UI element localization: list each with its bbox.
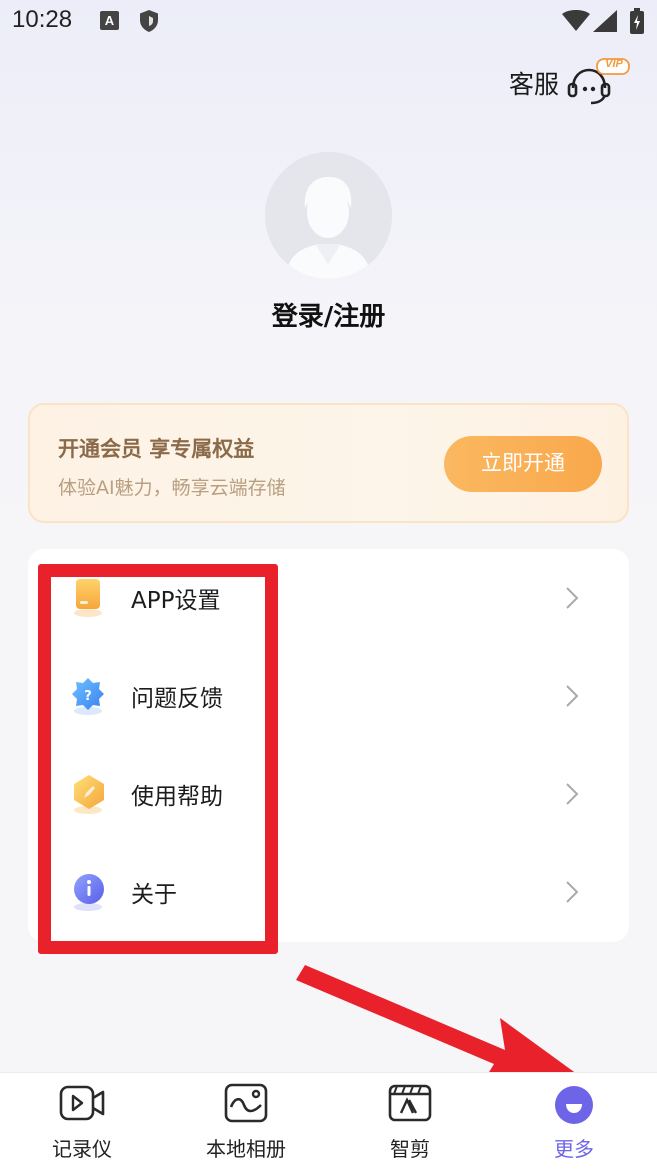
nav-label: 更多 — [554, 1137, 594, 1161]
chevron-right-icon — [566, 881, 579, 903]
recorder-icon — [59, 1085, 105, 1121]
login-register-link[interactable]: 登录/注册 — [0, 296, 657, 333]
album-icon — [224, 1083, 268, 1123]
nav-item-more[interactable]: 更多 — [492, 1073, 656, 1169]
vip-title: 开通会员 享专属权益 — [58, 437, 255, 461]
more-icon — [555, 1086, 593, 1124]
battery-icon — [630, 8, 644, 34]
wifi-icon — [562, 10, 590, 31]
chevron-right-icon — [566, 783, 579, 805]
default-user-icon — [265, 152, 392, 279]
nav-label: 智剪 — [390, 1137, 430, 1161]
smart-cut-icon — [388, 1084, 432, 1122]
vip-badge: VIP — [605, 58, 623, 70]
avatar[interactable] — [265, 152, 392, 279]
shield-icon — [140, 10, 158, 32]
chevron-right-icon — [566, 587, 579, 609]
nav-item-smart-cut[interactable]: 智剪 — [328, 1073, 492, 1169]
status-bar: 10:28 A — [0, 0, 657, 44]
bottom-nav: 记录仪 本地相册 智剪 更多 — [0, 1072, 657, 1169]
headset-icon: VIP — [567, 58, 631, 108]
customer-service-label: 客服 — [508, 70, 559, 99]
customer-service-button[interactable]: 客服 VIP — [509, 58, 631, 108]
open-vip-button[interactable]: 立即开通 — [444, 436, 602, 492]
nav-item-recorder[interactable]: 记录仪 — [0, 1073, 164, 1169]
annotation-highlight-box — [38, 564, 278, 954]
nav-label: 本地相册 — [206, 1137, 286, 1161]
chevron-right-icon — [566, 685, 579, 707]
signal-icon — [593, 10, 617, 32]
status-time: 10:28 — [12, 6, 73, 33]
nav-item-album[interactable]: 本地相册 — [164, 1073, 328, 1169]
accessibility-badge-icon: A — [100, 11, 119, 30]
vip-subtitle: 体验AI魅力，畅享云端存储 — [58, 477, 286, 499]
nav-label: 记录仪 — [52, 1137, 112, 1161]
vip-promo-card: 开通会员 享专属权益 体验AI魅力，畅享云端存储 立即开通 — [28, 403, 629, 523]
